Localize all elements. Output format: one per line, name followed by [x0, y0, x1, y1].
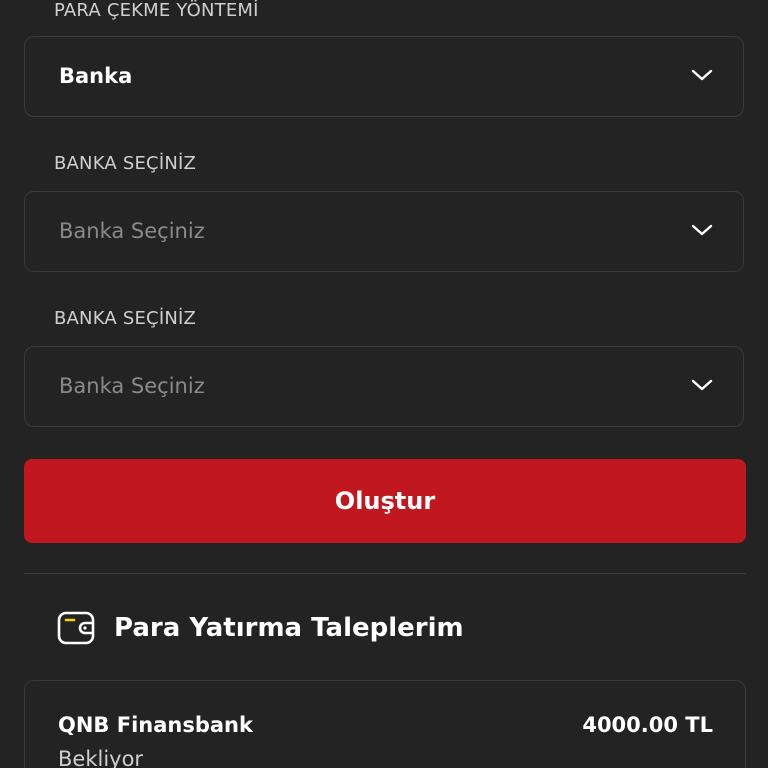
withdraw-method-value: Banka: [59, 64, 133, 88]
withdraw-page: PARA ÇEKME YÖNTEMİ Banka BANKA SEÇİNİZ B…: [0, 0, 768, 768]
request-bank-name: QNB Finansbank: [58, 713, 253, 737]
chevron-down-icon: [691, 379, 713, 391]
wallet-icon: [57, 611, 95, 645]
bank-select-1[interactable]: Banka Seçiniz: [24, 191, 744, 272]
withdraw-method-label: PARA ÇEKME YÖNTEMİ: [54, 0, 259, 21]
chevron-down-icon: [691, 224, 713, 236]
deposit-requests-title: Para Yatırma Taleplerim: [114, 613, 464, 643]
bank-select-2[interactable]: Banka Seçiniz: [24, 346, 744, 427]
bank-select-2-placeholder: Banka Seçiniz: [59, 374, 205, 398]
request-status: Bekliyor: [58, 747, 144, 768]
list-item[interactable]: QNB Finansbank 4000.00 TL Bekliyor: [24, 680, 746, 768]
deposit-requests-header: Para Yatırma Taleplerim: [57, 608, 464, 648]
withdraw-method-select[interactable]: Banka: [24, 36, 744, 117]
bank-select-1-placeholder: Banka Seçiniz: [59, 219, 205, 243]
request-amount: 4000.00 TL: [582, 713, 713, 737]
chevron-down-icon: [691, 69, 713, 81]
bank-select-label: BANKA SEÇİNİZ: [54, 308, 197, 329]
bank-select-label: BANKA SEÇİNİZ: [54, 153, 197, 174]
create-button[interactable]: Oluştur: [24, 459, 746, 543]
section-divider: [24, 573, 746, 574]
